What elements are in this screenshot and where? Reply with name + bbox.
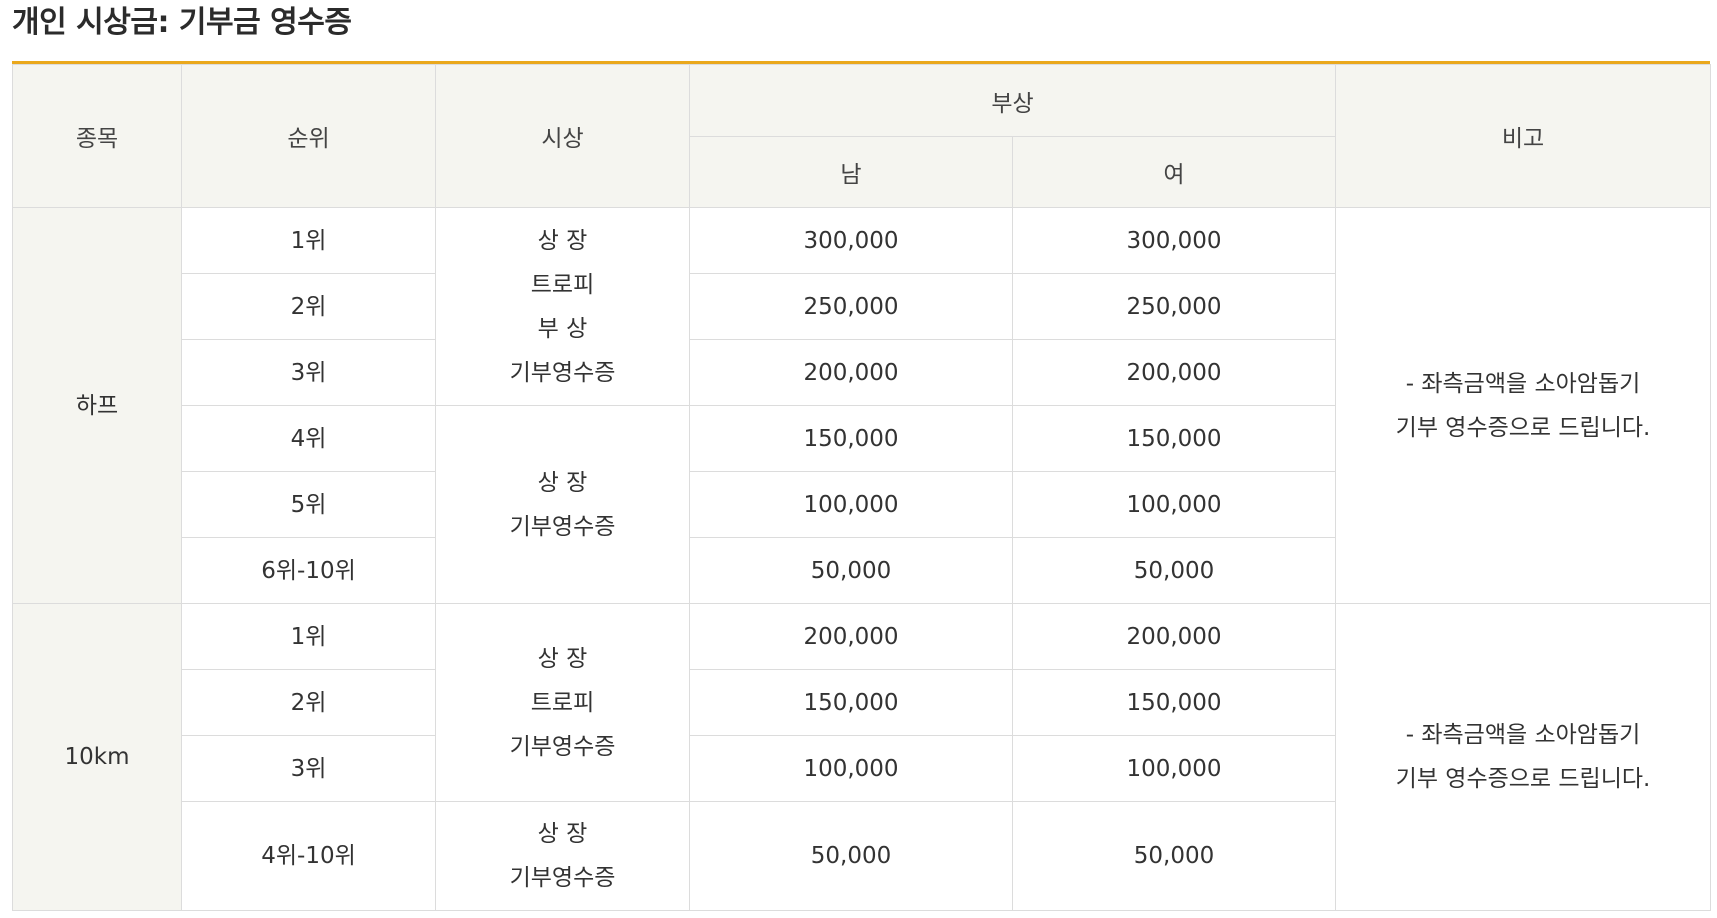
- header-event: 종목: [12, 64, 182, 208]
- table-row: 10km 1위 상 장 트로피 기부영수증 200,000 200,000 - …: [12, 603, 1712, 911]
- header-male: 남: [689, 136, 1013, 208]
- header-row: 종목 순위 시상 부상 비고: [12, 64, 1712, 208]
- rank-cell: 3위: [181, 339, 436, 406]
- award-line: 부 상: [537, 315, 588, 342]
- male-prize-cell: 200,000: [689, 603, 1013, 670]
- female-prize-cell: 100,000: [1011, 735, 1337, 802]
- male-prize-cell: 250,000: [689, 273, 1013, 340]
- rank-cell: 2위: [181, 669, 436, 736]
- male-prize-cell: 150,000: [689, 405, 1013, 472]
- page-title: 개인 시상금: 기부금 영수증: [12, 5, 352, 40]
- remarks-cell: - 좌측금액을 소아암돕기 기부 영수증으로 드립니다.: [1335, 207, 1712, 604]
- award-cell: 상 장 기부영수증: [435, 801, 690, 911]
- rank-cell: 6위-10위: [181, 537, 436, 604]
- female-prize-cell: 100,000: [1011, 471, 1337, 538]
- remarks-line: - 좌측금액을 소아암돕기: [1405, 722, 1641, 748]
- award-line: 기부영수증: [509, 359, 616, 386]
- remarks-line: - 좌측금액을 소아암돕기: [1405, 370, 1641, 397]
- rank-cell: 4위: [181, 405, 436, 472]
- male-prize-cell: 50,000: [689, 801, 1013, 911]
- male-prize-cell: 150,000: [689, 669, 1013, 736]
- female-prize-cell: 200,000: [1011, 603, 1337, 670]
- female-prize-cell: 150,000: [1011, 405, 1337, 472]
- female-prize-cell: 50,000: [1011, 801, 1337, 911]
- award-line: 기부영수증: [509, 865, 616, 891]
- award-line: 상 장: [537, 227, 588, 254]
- table-row: 하프 1위 상 장 트로피 부 상 기부영수증 300,000 300,000 …: [12, 207, 1712, 604]
- award-cell: 상 장 기부영수증: [435, 405, 690, 604]
- award-line: 기부영수증: [509, 513, 616, 540]
- header-remarks: 비고: [1335, 64, 1712, 208]
- male-prize-cell: 100,000: [689, 471, 1013, 538]
- award-cell: 상 장 트로피 부 상 기부영수증: [435, 207, 690, 406]
- rank-cell: 2위: [181, 273, 436, 340]
- event-cell-half: 하프: [12, 207, 182, 604]
- rank-cell: 1위: [181, 603, 436, 670]
- male-prize-cell: 50,000: [689, 537, 1013, 604]
- award-line: 상 장: [537, 821, 588, 847]
- remarks-cell: - 좌측금액을 소아암돕기 기부 영수증으로 드립니다.: [1335, 603, 1712, 911]
- award-line: 트로피: [530, 689, 595, 716]
- award-line: 상 장: [537, 469, 588, 496]
- prize-table: 종목 순위 시상 부상 비고 남 여 하프 1위 상 장 트로피 부 상 기부영…: [12, 64, 1712, 911]
- male-prize-cell: 200,000: [689, 339, 1013, 406]
- header-prize: 부상: [688, 64, 1337, 137]
- rank-cell: 4위-10위: [181, 801, 436, 911]
- remarks-line: 기부 영수증으로 드립니다.: [1395, 414, 1651, 441]
- header-award: 시상: [435, 64, 690, 208]
- male-prize-cell: 300,000: [689, 207, 1013, 274]
- rank-cell: 5위: [181, 471, 436, 538]
- female-prize-cell: 150,000: [1011, 669, 1337, 736]
- female-prize-cell: 300,000: [1011, 207, 1337, 274]
- page: 개인 시상금: 기부금 영수증 종목 순위 시상 부상 비고 남 여 하프 1위: [0, 0, 1717, 918]
- female-prize-cell: 250,000: [1011, 273, 1337, 340]
- header-rank: 순위: [181, 64, 436, 208]
- male-prize-cell: 100,000: [689, 735, 1013, 802]
- rank-cell: 1위: [181, 207, 436, 274]
- header-female: 여: [1011, 136, 1337, 208]
- event-cell-10km: 10km: [12, 603, 182, 911]
- female-prize-cell: 200,000: [1011, 339, 1337, 406]
- award-line: 트로피: [530, 271, 595, 298]
- award-line: 기부영수증: [509, 733, 616, 760]
- remarks-line: 기부 영수증으로 드립니다.: [1395, 766, 1651, 792]
- female-prize-cell: 50,000: [1011, 537, 1337, 604]
- award-line: 상 장: [537, 645, 588, 672]
- award-cell: 상 장 트로피 기부영수증: [435, 603, 690, 802]
- rank-cell: 3위: [181, 735, 436, 802]
